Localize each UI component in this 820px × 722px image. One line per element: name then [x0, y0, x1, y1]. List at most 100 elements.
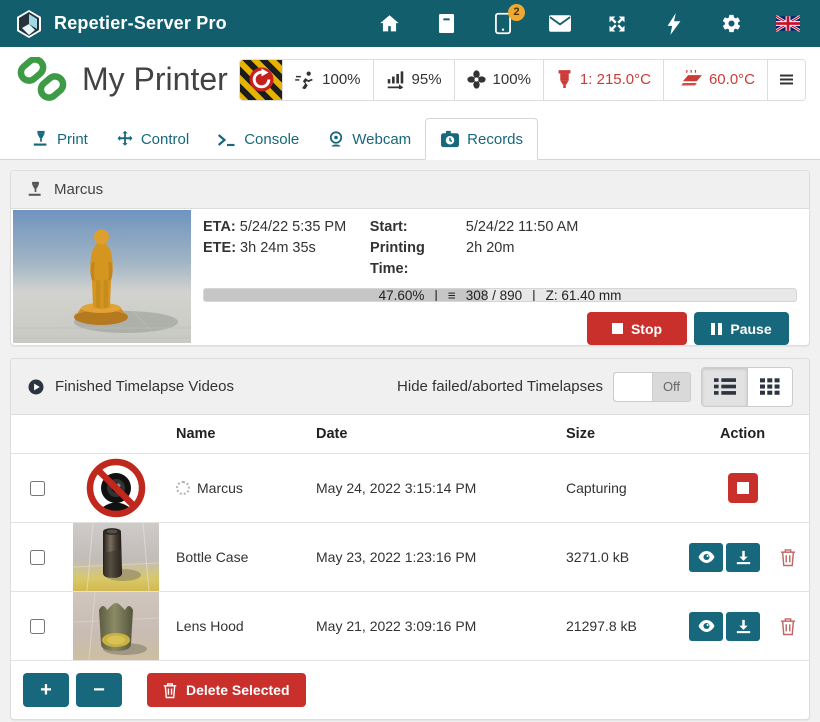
tab-webcam-label: Webcam	[352, 131, 411, 148]
download-video-button[interactable]	[726, 543, 760, 572]
move-cross-icon	[116, 130, 134, 148]
job-panel-body: ETA: 5/24/22 5:35 PM Start: 5/24/22 11:5…	[11, 209, 809, 345]
records-camera-icon	[440, 130, 460, 148]
select-all-button[interactable]: +	[23, 673, 69, 707]
notifications-phone-icon[interactable]: 2	[491, 12, 515, 36]
start-value: 5/24/22 11:50 AM	[466, 217, 579, 238]
grid-view-button[interactable]	[747, 368, 792, 406]
bed-temp-value: 60.0°C	[709, 71, 755, 88]
deselect-all-button[interactable]: −	[76, 673, 122, 707]
tab-records-label: Records	[467, 131, 523, 148]
table-header-row: Name Date Size Action	[11, 415, 809, 454]
eye-icon	[698, 620, 715, 632]
delete-selected-label: Delete Selected	[186, 682, 290, 698]
power-bolt-icon[interactable]	[662, 12, 686, 36]
tab-print[interactable]: Print	[18, 119, 102, 159]
mail-icon[interactable]	[548, 12, 572, 36]
fan-button[interactable]: 100%	[454, 60, 543, 100]
pause-icon	[711, 323, 722, 335]
plus-icon: +	[40, 679, 52, 702]
tab-records[interactable]: Records	[425, 118, 538, 160]
job-preview-image	[13, 210, 191, 343]
job-print-icon	[27, 181, 44, 198]
minus-icon: −	[93, 679, 105, 702]
job-panel-header: Marcus	[11, 171, 809, 209]
tab-webcam[interactable]: Webcam	[313, 119, 425, 159]
flow-bars-icon	[386, 71, 405, 89]
settings-gear-icon[interactable]	[719, 12, 743, 36]
stop-icon	[737, 482, 749, 494]
job-name: Marcus	[54, 181, 103, 198]
printer-cabinet-icon[interactable]	[434, 12, 458, 36]
extruder-temp-value: 1: 215.0°C	[580, 71, 651, 88]
webcam-icon	[327, 130, 345, 148]
home-icon[interactable]	[377, 12, 401, 36]
video-size: 21297.8 kB	[556, 618, 676, 634]
timelapse-table: Name Date Size Action	[11, 415, 809, 661]
emergency-stop-button[interactable]	[240, 60, 282, 100]
flow-multiplier-button[interactable]: 95%	[373, 60, 454, 100]
speed-run-icon	[295, 71, 315, 89]
download-video-button[interactable]	[726, 612, 760, 641]
no-webcam-icon	[73, 454, 159, 522]
content-area: Marcus	[0, 160, 820, 722]
video-size: Capturing	[556, 480, 676, 496]
video-date: May 24, 2022 3:15:14 PM	[308, 480, 556, 496]
hide-failed-toggle[interactable]: Off	[613, 372, 691, 402]
play-circle-icon	[27, 378, 45, 396]
play-video-button[interactable]	[689, 612, 723, 641]
ete-value: 3h 24m 35s	[240, 238, 370, 280]
trash-icon	[163, 682, 177, 699]
bed-temp-button[interactable]: 60.0°C	[663, 60, 767, 100]
stop-button[interactable]: Stop	[587, 312, 687, 345]
fan-value: 100%	[493, 71, 531, 88]
row-checkbox[interactable]	[30, 619, 45, 634]
layers-icon: ≡	[448, 288, 456, 302]
row-checkbox[interactable]	[30, 550, 45, 565]
video-date: May 21, 2022 3:09:16 PM	[308, 618, 556, 634]
stop-capture-button[interactable]	[728, 473, 758, 503]
brand[interactable]: Repetier-Server Pro	[14, 9, 227, 39]
delete-video-button[interactable]	[780, 548, 796, 567]
flow-value: 95%	[412, 71, 442, 88]
video-date: May 23, 2022 1:23:16 PM	[308, 549, 556, 565]
view-mode-group	[701, 367, 793, 407]
job-info: ETA: 5/24/22 5:35 PM Start: 5/24/22 11:5…	[191, 209, 809, 345]
delete-video-button[interactable]	[780, 617, 796, 636]
pause-button[interactable]: Pause	[694, 312, 789, 345]
delete-selected-button[interactable]: Delete Selected	[147, 673, 306, 707]
list-view-button[interactable]	[702, 368, 747, 406]
extruder-temp-button[interactable]: 1: 215.0°C	[543, 60, 663, 100]
printing-time-label: Printing Time:	[370, 238, 462, 280]
tab-console[interactable]: Console	[203, 120, 313, 159]
eye-icon	[698, 551, 715, 563]
table-row: Marcus May 24, 2022 3:15:14 PM Capturing	[11, 454, 809, 523]
tab-control[interactable]: Control	[102, 119, 203, 159]
column-header-action: Action	[676, 426, 809, 442]
tab-print-label: Print	[57, 131, 88, 148]
trash-icon	[780, 548, 796, 567]
repetier-logo-icon	[14, 9, 44, 39]
printer-status-bar: 100% 95% 100% 1: 215.0°C 60.0°C	[239, 59, 806, 101]
column-header-name: Name	[161, 426, 308, 442]
ete-label: ETE:	[203, 238, 236, 280]
print-progress-bar: 47.60% | ≡ 308 / 890 | Z: 61.40 mm	[203, 288, 797, 302]
column-header-date: Date	[308, 426, 556, 442]
row-checkbox[interactable]	[30, 481, 45, 496]
progress-percent: 47.60%	[379, 288, 425, 302]
stop-icon	[612, 323, 623, 334]
tab-console-label: Console	[244, 131, 299, 148]
language-flag-uk-icon[interactable]	[776, 12, 800, 36]
tab-bar: Print Control Console Webcam Records	[0, 112, 820, 160]
timelapse-panel-header: Finished Timelapse Videos Hide failed/ab…	[11, 359, 809, 415]
speed-multiplier-button[interactable]: 100%	[282, 60, 372, 100]
fullscreen-icon[interactable]	[605, 12, 629, 36]
timelapse-footer: + − Delete Selected	[11, 661, 809, 719]
fan-icon	[467, 70, 486, 89]
play-video-button[interactable]	[689, 543, 723, 572]
video-size: 3271.0 kB	[556, 549, 676, 565]
printer-menu-button[interactable]	[767, 60, 805, 100]
start-label: Start:	[370, 217, 462, 238]
timelapse-title: Finished Timelapse Videos	[55, 378, 234, 395]
timelapse-panel: Finished Timelapse Videos Hide failed/ab…	[10, 358, 810, 720]
